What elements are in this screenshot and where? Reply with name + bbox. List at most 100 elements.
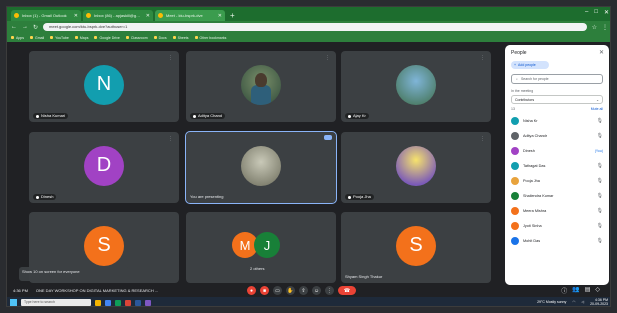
call-controls: ● ■ ▭ ✋ ⇧ ☺ ⋮ ☎ [247,286,356,295]
camera-off-button[interactable]: ■ [260,286,269,295]
bookmark[interactable]: Apps [11,36,24,40]
word-icon[interactable] [135,299,141,306]
bookmark-icon [125,36,129,39]
bookmark[interactable]: Sheets [172,36,189,40]
mute-all-button[interactable]: Mute all [591,107,603,111]
present-button[interactable]: ⇧ [299,286,308,295]
mic-off-icon[interactable]: 🎙 [597,118,603,124]
file-explorer-icon[interactable] [95,299,101,306]
side-controls: ⓘ 👥 ▤ ◇ [561,286,600,295]
more-options-icon[interactable]: ⋮ [480,55,485,61]
participant-tile-group[interactable]: M J 2 others [186,212,336,283]
mic-off-icon[interactable]: 🎙 [597,208,603,214]
browser-tab[interactable]: Inbox (86) - apjaskill@gmail ✕ [83,10,153,21]
tab-close-icon[interactable]: ✕ [218,13,222,19]
participant-name: Shyam Singh Thakur [345,274,383,279]
participant-tile[interactable]: S Shyam Singh Thakur [341,212,491,283]
participant-row[interactable]: Pooja Jha 🎙 [505,173,609,188]
bookmark-icon [172,36,176,39]
minimize-button[interactable]: – [585,9,588,16]
close-icon[interactable]: ✕ [599,49,604,56]
more-options-icon[interactable]: ⋮ [480,136,485,142]
bookmark[interactable]: Google Drive [94,35,120,40]
reload-icon[interactable]: ↻ [33,24,38,31]
participant-name: Shailendra Kumar [523,193,554,198]
more-options-icon[interactable]: ⋮ [168,136,173,142]
captions-button[interactable]: ▭ [273,286,282,295]
maximize-button[interactable]: □ [594,9,598,16]
contributors-count: 13 [511,107,515,111]
browser-tab-active[interactable]: Meet - ktu-bsprk-dve ✕ [155,10,225,21]
bookmark[interactable]: YouTube [50,36,69,40]
bookmark-label: Google Drive [99,35,120,40]
more-options-icon[interactable]: ⋮ [168,55,173,61]
mic-off-icon[interactable]: 🎙 [597,223,603,229]
tab-favicon-icon [158,13,163,18]
excel-icon[interactable] [115,299,121,306]
chrome-icon[interactable] [105,299,111,306]
participant-tile[interactable]: ⋮ Pooja Jha [341,132,491,203]
participant-tile[interactable]: ⋮ Aditya Chand [186,51,336,122]
bookmark[interactable]: Other bookmarks [194,36,226,40]
add-people-button[interactable]: + Add people [511,61,549,69]
participant-name: Dinesh [523,148,535,153]
participant-tile[interactable]: ⋮ Ajay Kr [341,51,491,122]
bookmark-label: Maps [79,35,89,40]
new-tab-button[interactable]: + [227,11,238,21]
tab-close-icon[interactable]: ✕ [146,13,150,19]
raise-hand-button[interactable]: ✋ [286,286,295,295]
contributors-dropdown[interactable]: Contributors ⌄ [511,95,603,104]
participant-row[interactable]: Meera Mishra 🎙 [505,203,609,218]
people-search-input[interactable]: ⌕ Search for people [511,74,603,84]
more-options-icon[interactable]: ⋮ [325,55,330,61]
people-icon[interactable]: 👥 [572,286,579,295]
mic-off-icon[interactable]: 🎙 [597,163,603,169]
participant-row[interactable]: Mohit Das 🎙 [505,233,609,248]
forward-icon[interactable]: → [22,24,28,30]
mic-off-icon[interactable]: 🎙 [597,178,603,184]
more-options-button[interactable]: ⋮ [325,286,334,295]
participant-row[interactable]: Aditya Chandr 🎙 [505,128,609,143]
reactions-button[interactable]: ☺ [312,286,321,295]
browser-tab[interactable]: Inbox (1) - Gmail Outlook ✕ [11,10,81,21]
clock[interactable]: 4:36 PM 20-09-2023 [590,298,608,306]
taskbar-search-input[interactable]: Type here to search [21,299,91,306]
participant-tile[interactable]: N ⋮ Nisha Kumari [29,51,179,122]
participant-row[interactable]: Jyoti Sinha 🎙 [505,218,609,233]
activities-icon[interactable]: ◇ [595,286,600,295]
mic-off-button[interactable]: ● [247,286,256,295]
bookmark-icon [50,36,54,39]
participant-name: Dinesh [41,194,54,199]
mic-off-icon[interactable]: 🎙 [597,193,603,199]
bookmark[interactable]: Maps [74,35,89,40]
star-icon[interactable]: ☆ [592,24,597,31]
participant-row[interactable]: Tathagat Das 🎙 [505,158,609,173]
tab-close-icon[interactable]: ✕ [74,13,78,19]
bookmark[interactable]: Classroom [125,36,148,40]
menu-icon[interactable]: ⋮ [602,24,608,31]
app-icon[interactable] [125,299,131,306]
clock-date: 20-09-2023 [590,302,608,306]
windows-start-icon[interactable] [10,299,17,306]
section-heading: In the meeting [511,89,534,93]
app-icon[interactable] [145,299,151,306]
bookmark[interactable]: Docs [153,36,167,40]
participant-tile[interactable]: D ⋮ Dinesh [29,132,179,203]
add-people-label: Add people [518,63,536,67]
leave-call-button[interactable]: ☎ [338,286,356,295]
info-icon[interactable]: ⓘ [561,286,567,295]
back-icon[interactable]: ← [11,24,17,30]
participant-row[interactable]: Shailendra Kumar 🎙 [505,188,609,203]
bookmark[interactable]: Gmail [29,36,44,40]
mic-off-icon[interactable]: 🎙 [597,238,603,244]
participant-row[interactable]: Dinesh (You) [505,143,609,158]
close-window-button[interactable]: ✕ [604,9,609,16]
volume-icon[interactable]: ◁ [581,300,584,304]
participant-row[interactable]: Nisha Kr 🎙 [505,113,609,128]
chat-icon[interactable]: ▤ [585,286,591,295]
participant-tile-active-speaker[interactable]: You are presenting [185,131,337,204]
url-input[interactable]: meet.google.com/ktu-bsprk-dve?authuser=1 [43,23,587,31]
mic-off-icon[interactable]: 🎙 [597,133,603,139]
participant-name: Aditya Chandr [523,133,548,138]
wifi-icon[interactable]: ◠ [572,300,575,304]
